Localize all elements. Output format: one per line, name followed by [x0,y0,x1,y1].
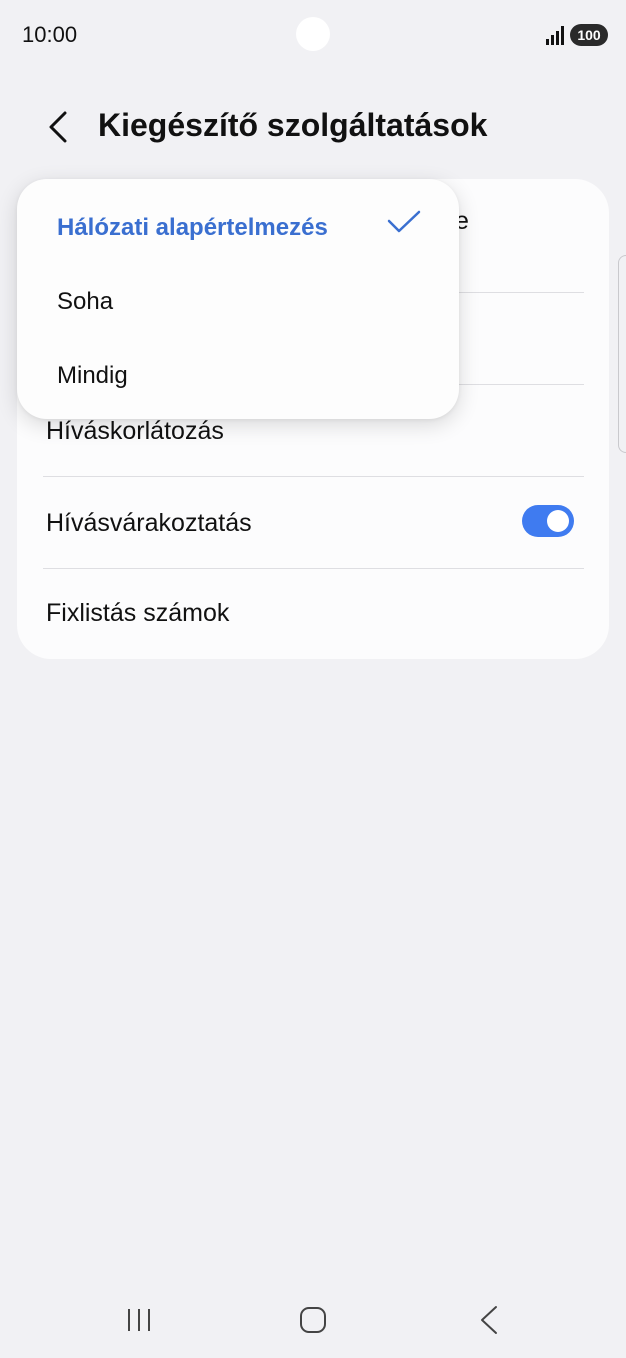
status-time: 10:00 [22,22,78,47]
dropdown-menu: Hálózati alapértelmezés Soha Mindig [17,179,459,419]
page-title: Kiegészítő szolgáltatások [98,107,488,143]
dropdown-option-always[interactable]: Mindig [57,362,128,390]
settings-item-fixed-dialing[interactable]: Fixlistás számok [17,569,609,659]
call-waiting-toggle[interactable] [522,505,574,537]
camera-cutout [296,17,330,51]
recents-icon[interactable] [125,1306,153,1334]
back-icon[interactable] [476,1304,502,1336]
dropdown-option-network-default[interactable]: Hálózati alapértelmezés [57,214,328,242]
chevron-left-icon[interactable] [40,107,80,147]
toggle-knob [547,510,569,532]
settings-item-label: Hívásvárakoztatás [46,509,252,537]
signal-icon [546,26,564,45]
settings-item-label: Híváskorlátozás [46,417,224,445]
battery-icon: 100 [570,24,608,46]
status-bar: 10:00 100 [0,0,626,72]
check-icon [387,210,421,233]
settings-item-call-waiting[interactable]: Hívásvárakoztatás [17,477,609,568]
settings-item-label: Fixlistás számok [46,599,230,627]
scrollbar[interactable] [618,255,626,453]
navigation-bar [0,1290,626,1350]
dropdown-option-never[interactable]: Soha [57,288,113,316]
home-icon[interactable] [299,1306,327,1334]
app-header: Kiegészítő szolgáltatások [0,95,626,161]
